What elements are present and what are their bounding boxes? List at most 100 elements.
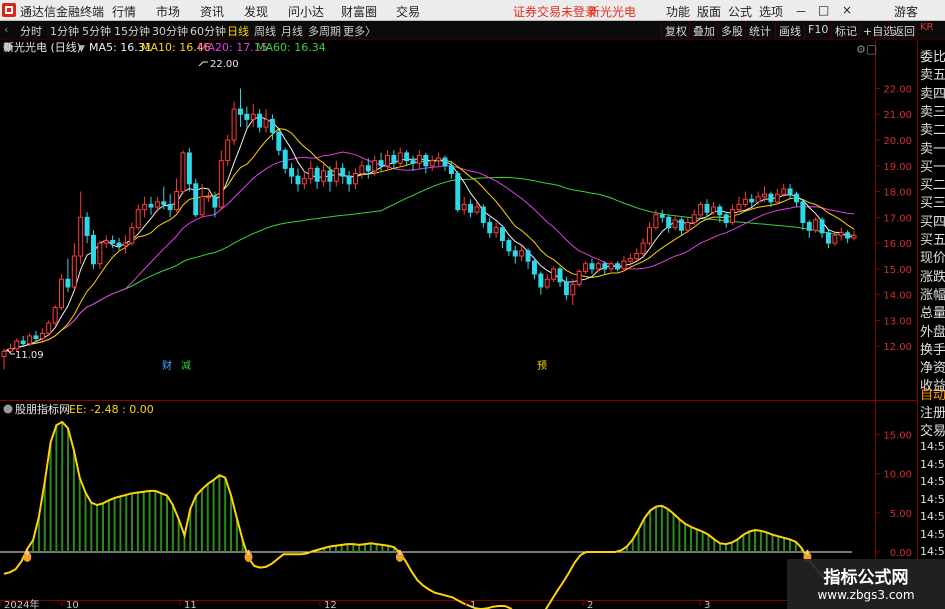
side-panel-label: 买二 [920,178,945,194]
multi-stock-button[interactable]: 多股 [717,22,746,39]
tab-60min[interactable]: 60分钟 [190,23,226,39]
statistics-button[interactable]: 统计 [745,22,774,39]
adjust-button[interactable]: 复权 [661,22,690,39]
menu-function[interactable]: 功能 [666,3,690,20]
side-panel-label: 换手 [920,342,945,358]
menu-bar: 通达信金融终端 行情 市场 资讯 发现 问小达 财富圈 交易 证券交易未登录 新… [0,0,945,21]
side-panel-label: 卖二 [920,123,945,139]
tab-weekly[interactable]: 周线 [254,23,276,39]
candle-body [512,250,518,257]
candle-body [781,188,787,195]
candle-body [39,332,45,339]
menu-item-news[interactable]: 资讯 [200,3,224,20]
guest-label[interactable]: 游客 [894,3,918,20]
menu-layout[interactable]: 版面 [697,3,721,20]
indicator-tick-label: 0.00 [890,548,912,559]
candle-body [378,160,384,167]
candle-body [832,234,838,244]
candle-body [653,214,659,229]
finance-marker[interactable]: 财 [162,359,172,372]
menu-item-discover[interactable]: 发现 [244,3,268,20]
mark-button[interactable]: 标记 [831,22,860,39]
tab-daily[interactable]: 日线 [227,23,249,39]
candle-body [500,227,505,242]
candle-body [691,214,697,224]
collapse-icon[interactable]: ▢ [866,42,877,56]
candle-body [423,154,429,167]
tab-more[interactable]: 更多〉 [343,23,376,39]
price-tick-label: 17.00 [883,213,912,224]
candle-body [755,196,761,203]
menu-item-ask[interactable]: 问小达 [288,3,324,20]
menu-formula[interactable]: 公式 [728,3,752,20]
tab-5min[interactable]: 5分钟 [82,23,111,39]
candle-body [551,268,557,280]
candle-body [851,234,857,239]
candle-body [71,255,77,288]
maximize-icon[interactable]: □ [818,3,829,17]
tab-1min[interactable]: 1分钟 [50,23,79,39]
tab-multi-period[interactable]: 多周期 [308,23,341,39]
side-panel-label: 总量 [920,306,945,322]
price-tick-label: 21.00 [883,110,912,121]
tab-monthly[interactable]: 月线 [281,23,303,39]
candle-body [416,154,422,164]
app-logo-icon [2,3,16,17]
candle-body [404,152,410,162]
menu-item-markets[interactable]: 市场 [156,3,180,20]
candle-body [685,222,691,231]
menu-item-trade[interactable]: 交易 [396,3,420,20]
side-panel-label: 卖四 [920,86,945,102]
side-panel-label: 净资 [920,361,945,377]
candle-body [250,113,256,120]
candle-body [218,160,224,208]
toolbar-arrow-icon[interactable]: ‹ [4,23,8,36]
reduce-marker[interactable]: 减 [181,360,191,372]
candle-body [186,152,192,185]
side-panel-label: 涨跌 [920,269,945,285]
candle-body [161,201,167,205]
dropdown-icon[interactable]: ▼ [78,44,85,54]
candle-body [372,160,378,172]
side-panel-tab[interactable]: KR [920,22,934,33]
candle-body [103,240,109,244]
side-panel-label: 卖五 [920,68,945,84]
candle-body [487,222,493,234]
candle-body [717,206,723,216]
indicator-menu-icon[interactable] [3,404,13,414]
candle-body [46,322,52,334]
candle-body [519,250,525,257]
candle-body [193,183,199,216]
settings-icon[interactable]: ⚙ [856,43,866,56]
side-panel-label: 买四 [920,214,945,230]
menu-item-wealth[interactable]: 财富圈 [341,3,377,20]
close-icon[interactable]: × [842,3,852,17]
minimize-icon[interactable]: － [795,3,807,20]
forecast-marker[interactable]: 预 [537,360,547,372]
tab-30min[interactable]: 30分钟 [152,23,188,39]
candle-body [794,193,799,203]
candle-body [321,170,327,182]
side-panel-lower-label: 交易 [920,424,945,439]
candle-body [678,219,684,231]
overlay-button[interactable]: 叠加 [689,22,718,39]
candle-body [736,203,742,211]
side-panel-label: 买三 [920,196,945,212]
candle-body [27,335,33,345]
login-alert[interactable]: 证券交易未登录 [513,3,597,20]
candle-body [314,167,320,182]
tab-intraday[interactable]: 分时 [20,23,42,39]
draw-button[interactable]: 画线 [775,22,804,39]
watermark-title: 指标公式网 [823,568,909,588]
tab-15min[interactable]: 15分钟 [114,23,150,39]
side-panel-label: 卖三 [920,104,945,120]
chart-area[interactable]: 22.0021.0020.0019.0018.0017.0016.0015.00… [0,40,917,609]
menu-item-market[interactable]: 行情 [112,3,136,20]
trade-time: 14:54 [920,440,945,453]
indicator-value: EE: -2.48 : 0.00 [69,403,154,416]
back-button[interactable]: 返回 [889,22,918,39]
candle-body [448,165,454,175]
price-tick-label: 22.00 [883,84,912,95]
f10-button[interactable]: F10 [804,22,831,39]
menu-options[interactable]: 选项 [759,3,783,20]
